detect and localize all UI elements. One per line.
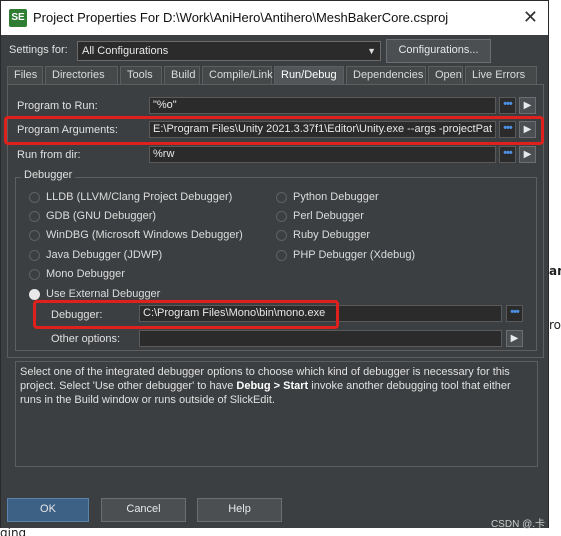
program-to-run-input[interactable]: "%o": [149, 97, 496, 114]
window-title: Project Properties For D:\Work\AniHero\A…: [33, 10, 449, 25]
project-properties-dialog: SE Project Properties For D:\Work\AniHer…: [0, 0, 549, 528]
radio-gdb[interactable]: GDB (GNU Debugger): [29, 210, 156, 222]
description-line: Select one of the integrated debugger op…: [20, 366, 510, 378]
settings-for-label: Settings for:: [9, 44, 68, 56]
debugger-group-title: Debugger: [21, 169, 76, 181]
menu-arrow-icon[interactable]: ▶: [519, 97, 536, 114]
radio-button-icon: [276, 191, 287, 203]
run-from-dir-label: Run from dir:: [17, 149, 81, 161]
debugger-groupbox: [15, 177, 537, 351]
menu-arrow-icon[interactable]: ▶: [519, 121, 536, 138]
tab-open[interactable]: Open: [428, 66, 463, 84]
radio-button-icon: [29, 210, 40, 222]
program-arguments-input[interactable]: E:\Program Files\Unity 2021.3.37f1\Edito…: [149, 121, 496, 138]
background-text-fragment: am: [549, 264, 561, 278]
radio-label: Java Debugger (JDWP): [46, 249, 163, 261]
radio-perl-debugger[interactable]: Perl Debugger: [276, 210, 364, 222]
debugger-path-label: Debugger:: [51, 309, 103, 321]
radio-button-icon: [29, 249, 40, 261]
radio-label: GDB (GNU Debugger): [46, 210, 157, 222]
radio-button-icon: [29, 191, 40, 203]
radio-label: LLDB (LLVM/Clang Project Debugger): [46, 191, 233, 203]
radio-label: WinDBG (Microsoft Windows Debugger): [46, 229, 243, 241]
radio-ruby-debugger[interactable]: Ruby Debugger: [276, 229, 370, 241]
help-description: Select one of the integrated debugger op…: [15, 361, 538, 467]
chevron-down-icon: ▼: [367, 46, 376, 56]
tab-run-debug[interactable]: Run/Debug: [274, 66, 344, 84]
radio-button-icon: [276, 249, 287, 261]
radio-button-icon: [29, 268, 40, 280]
browse-icon[interactable]: •••: [499, 146, 516, 163]
program-to-run-label: Program to Run:: [17, 100, 98, 112]
radio-button-icon: [276, 210, 287, 222]
radio-lldb[interactable]: LLDB (LLVM/Clang Project Debugger): [29, 191, 232, 203]
tab-compile-link[interactable]: Compile/Link: [202, 66, 273, 84]
configuration-select-value: All Configurations: [82, 45, 169, 57]
run-from-dir-input[interactable]: %rw: [149, 146, 496, 163]
tab-dependencies[interactable]: Dependencies: [346, 66, 426, 84]
browse-icon[interactable]: •••: [499, 97, 516, 114]
other-options-input[interactable]: [139, 330, 502, 347]
browse-icon[interactable]: •••: [499, 121, 516, 138]
title-bar[interactable]: SE Project Properties For D:\Work\AniHer…: [1, 1, 548, 35]
menu-arrow-icon[interactable]: ▶: [506, 330, 523, 347]
ok-button[interactable]: OK: [7, 498, 89, 522]
tab-files[interactable]: Files: [7, 66, 43, 84]
other-options-label: Other options:: [51, 333, 121, 345]
menu-arrow-icon[interactable]: ▶: [519, 146, 536, 163]
debugger-path-input[interactable]: C:\Program Files\Mono\bin\mono.exe: [139, 305, 502, 322]
tab-build[interactable]: Build: [164, 66, 200, 84]
tab-tools[interactable]: Tools: [120, 66, 162, 84]
radio-label: Use External Debugger: [46, 288, 161, 300]
radio-button-selected-icon: [29, 288, 40, 300]
configurations-button[interactable]: Configurations...: [386, 39, 491, 63]
description-line: runs in the Build window or runs outside…: [20, 394, 275, 406]
radio-python-debugger[interactable]: Python Debugger: [276, 191, 379, 203]
description-line: project. Select 'Use other debugger' to …: [20, 380, 511, 392]
help-button[interactable]: Help: [197, 498, 282, 522]
radio-php-debugger[interactable]: PHP Debugger (Xdebug): [276, 249, 415, 261]
radio-label: Ruby Debugger: [293, 229, 371, 241]
close-icon[interactable]: ✕: [523, 7, 538, 27]
tab-directories[interactable]: Directories: [45, 66, 118, 84]
radio-label: Mono Debugger: [46, 268, 125, 280]
radio-mono-debugger[interactable]: Mono Debugger: [29, 268, 125, 280]
radio-label: Perl Debugger: [293, 210, 364, 222]
debug-start-command: Debug > Start: [236, 380, 309, 392]
tab-live-errors[interactable]: Live Errors: [465, 66, 537, 84]
background-text-fragment: ro,: [549, 318, 561, 332]
radio-use-external-debugger[interactable]: Use External Debugger: [29, 288, 160, 300]
program-arguments-label: Program Arguments:: [17, 124, 118, 136]
browse-icon[interactable]: •••: [506, 305, 523, 322]
csdn-watermark: CSDN @.卡: [490, 519, 545, 530]
radio-java-debugger[interactable]: Java Debugger (JDWP): [29, 249, 162, 261]
radio-label: Python Debugger: [293, 191, 379, 203]
slickedit-app-icon: SE: [9, 9, 27, 27]
radio-windbg[interactable]: WinDBG (Microsoft Windows Debugger): [29, 229, 243, 241]
configuration-select[interactable]: All Configurations ▼: [77, 41, 381, 61]
cancel-button[interactable]: Cancel: [101, 498, 186, 522]
radio-label: PHP Debugger (Xdebug): [293, 249, 416, 261]
radio-button-icon: [29, 229, 40, 241]
radio-button-icon: [276, 229, 287, 241]
